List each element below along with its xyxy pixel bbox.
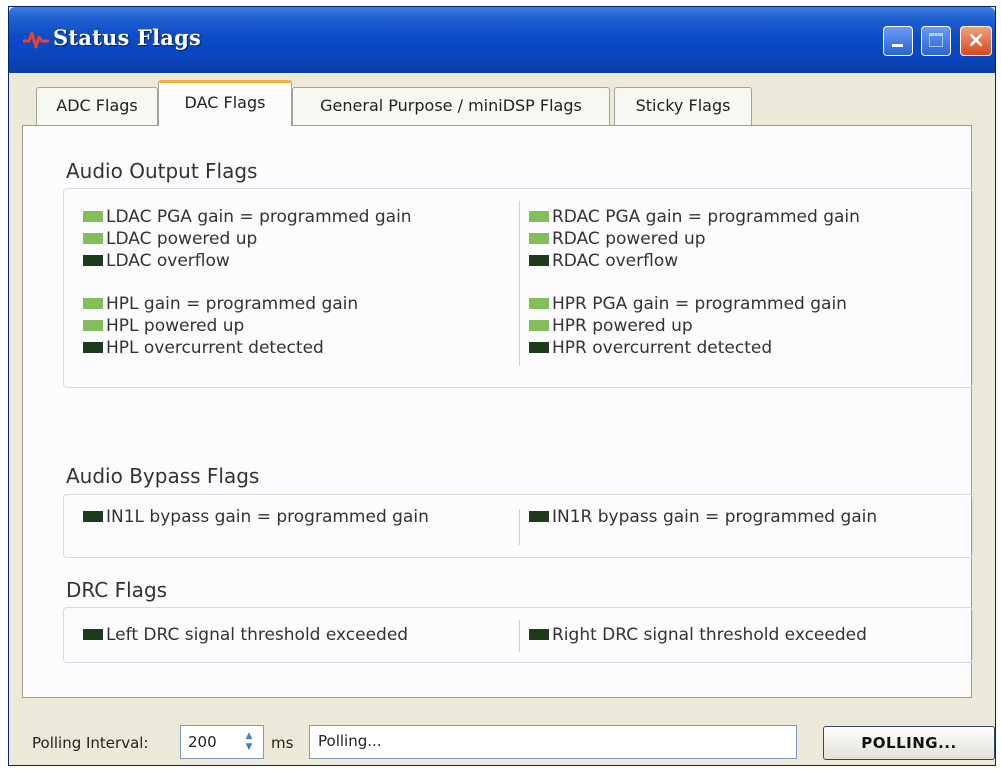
- tab-label: Sticky Flags: [635, 96, 731, 115]
- flag-hpr-overcurrent: HPR overcurrent detected: [529, 337, 772, 359]
- audio-bypass-flags-title: Audio Bypass Flags: [66, 464, 260, 488]
- tab-label: General Purpose / miniDSP Flags: [320, 96, 582, 115]
- flag-label: HPL overcurrent detected: [106, 338, 324, 358]
- flag-in1l-bypass-gain: IN1L bypass gain = programmed gain: [83, 506, 429, 528]
- flag-label: HPR PGA gain = programmed gain: [552, 294, 847, 314]
- led-on-icon: [83, 319, 103, 331]
- window-title: Status Flags: [53, 25, 201, 50]
- close-icon: ×: [966, 28, 986, 53]
- flag-hpr-powered-up: HPR powered up: [529, 315, 693, 337]
- flag-label: Right DRC signal threshold exceeded: [552, 625, 867, 645]
- polling-button-label: POLLING...: [861, 734, 957, 752]
- tab-label: DAC Flags: [184, 93, 266, 112]
- led-on-icon: [529, 232, 549, 244]
- led-on-icon: [83, 232, 103, 244]
- column-divider: [519, 509, 520, 545]
- column-divider: [519, 620, 520, 652]
- drc-flags-title: DRC Flags: [66, 578, 168, 602]
- flag-label: LDAC overflow: [106, 251, 230, 271]
- spin-down-icon[interactable]: ▼: [239, 742, 259, 753]
- polling-interval-spinbox[interactable]: 200 ▲ ▼: [180, 725, 264, 759]
- ti-logo-icon: [23, 31, 49, 49]
- led-off-icon: [529, 341, 549, 353]
- minimize-icon: [892, 44, 903, 47]
- column-divider: [519, 201, 520, 366]
- flag-label: LDAC PGA gain = programmed gain: [106, 207, 412, 227]
- flag-label: RDAC PGA gain = programmed gain: [552, 207, 860, 227]
- flag-ldac-pga-gain: LDAC PGA gain = programmed gain: [83, 206, 412, 228]
- flag-label: RDAC powered up: [552, 229, 706, 249]
- title-bar[interactable]: Status Flags ×: [9, 7, 995, 73]
- polling-interval-value[interactable]: 200: [188, 733, 217, 751]
- led-on-icon: [83, 210, 103, 222]
- polling-interval-label: Polling Interval:: [32, 734, 149, 752]
- led-on-icon: [529, 319, 549, 331]
- maximize-button[interactable]: [921, 26, 951, 56]
- status-text: Polling...: [318, 732, 382, 750]
- flag-label: IN1L bypass gain = programmed gain: [106, 507, 429, 527]
- led-off-icon: [83, 254, 103, 266]
- flag-label: IN1R bypass gain = programmed gain: [552, 507, 878, 527]
- spin-buttons: ▲ ▼: [239, 731, 259, 753]
- flag-in1r-bypass-gain: IN1R bypass gain = programmed gain: [529, 506, 877, 528]
- tab-sticky-flags[interactable]: Sticky Flags: [614, 87, 752, 125]
- led-off-icon: [83, 341, 103, 353]
- flag-rdac-pga-gain: RDAC PGA gain = programmed gain: [529, 206, 860, 228]
- flag-label: HPL gain = programmed gain: [106, 294, 359, 314]
- tab-label: ADC Flags: [56, 96, 138, 115]
- maximize-icon: [929, 33, 943, 47]
- led-off-icon: [529, 254, 549, 266]
- dac-flags-panel: Audio Output Flags LDAC PGA gain = progr…: [22, 125, 973, 698]
- flag-hpl-overcurrent: HPL overcurrent detected: [83, 337, 324, 359]
- flag-left-drc-threshold: Left DRC signal threshold exceeded: [83, 624, 408, 646]
- flag-label: Left DRC signal threshold exceeded: [106, 625, 409, 645]
- flag-label: LDAC powered up: [106, 229, 258, 249]
- polling-interval-unit: ms: [271, 734, 294, 752]
- flag-ldac-powered-up: LDAC powered up: [83, 228, 257, 250]
- led-off-icon: [529, 510, 549, 522]
- tab-adc-flags[interactable]: ADC Flags: [36, 87, 158, 125]
- flag-label: HPR powered up: [552, 316, 693, 336]
- led-on-icon: [529, 210, 549, 222]
- led-off-icon: [83, 510, 103, 522]
- flag-rdac-powered-up: RDAC powered up: [529, 228, 706, 250]
- flag-right-drc-threshold: Right DRC signal threshold exceeded: [529, 624, 867, 646]
- flag-hpl-powered-up: HPL powered up: [83, 315, 244, 337]
- flag-hpl-gain: HPL gain = programmed gain: [83, 293, 358, 315]
- tab-dac-flags[interactable]: DAC Flags: [158, 80, 292, 126]
- flag-ldac-overflow: LDAC overflow: [83, 250, 230, 272]
- status-text-field: Polling...: [309, 725, 797, 759]
- led-off-icon: [529, 628, 549, 640]
- close-button[interactable]: ×: [960, 26, 992, 56]
- flag-label: HPL powered up: [106, 316, 245, 336]
- flag-rdac-overflow: RDAC overflow: [529, 250, 678, 272]
- led-off-icon: [83, 628, 103, 640]
- flag-hpr-pga-gain: HPR PGA gain = programmed gain: [529, 293, 847, 315]
- flag-label: HPR overcurrent detected: [552, 338, 773, 358]
- spin-up-icon[interactable]: ▲: [239, 731, 259, 742]
- audio-output-flags-title: Audio Output Flags: [66, 159, 258, 183]
- led-on-icon: [83, 297, 103, 309]
- polling-button[interactable]: POLLING...: [823, 726, 995, 760]
- flag-label: RDAC overflow: [552, 251, 679, 271]
- led-on-icon: [529, 297, 549, 309]
- minimize-button[interactable]: [883, 26, 913, 56]
- tab-general-purpose-minidsp-flags[interactable]: General Purpose / miniDSP Flags: [292, 87, 610, 125]
